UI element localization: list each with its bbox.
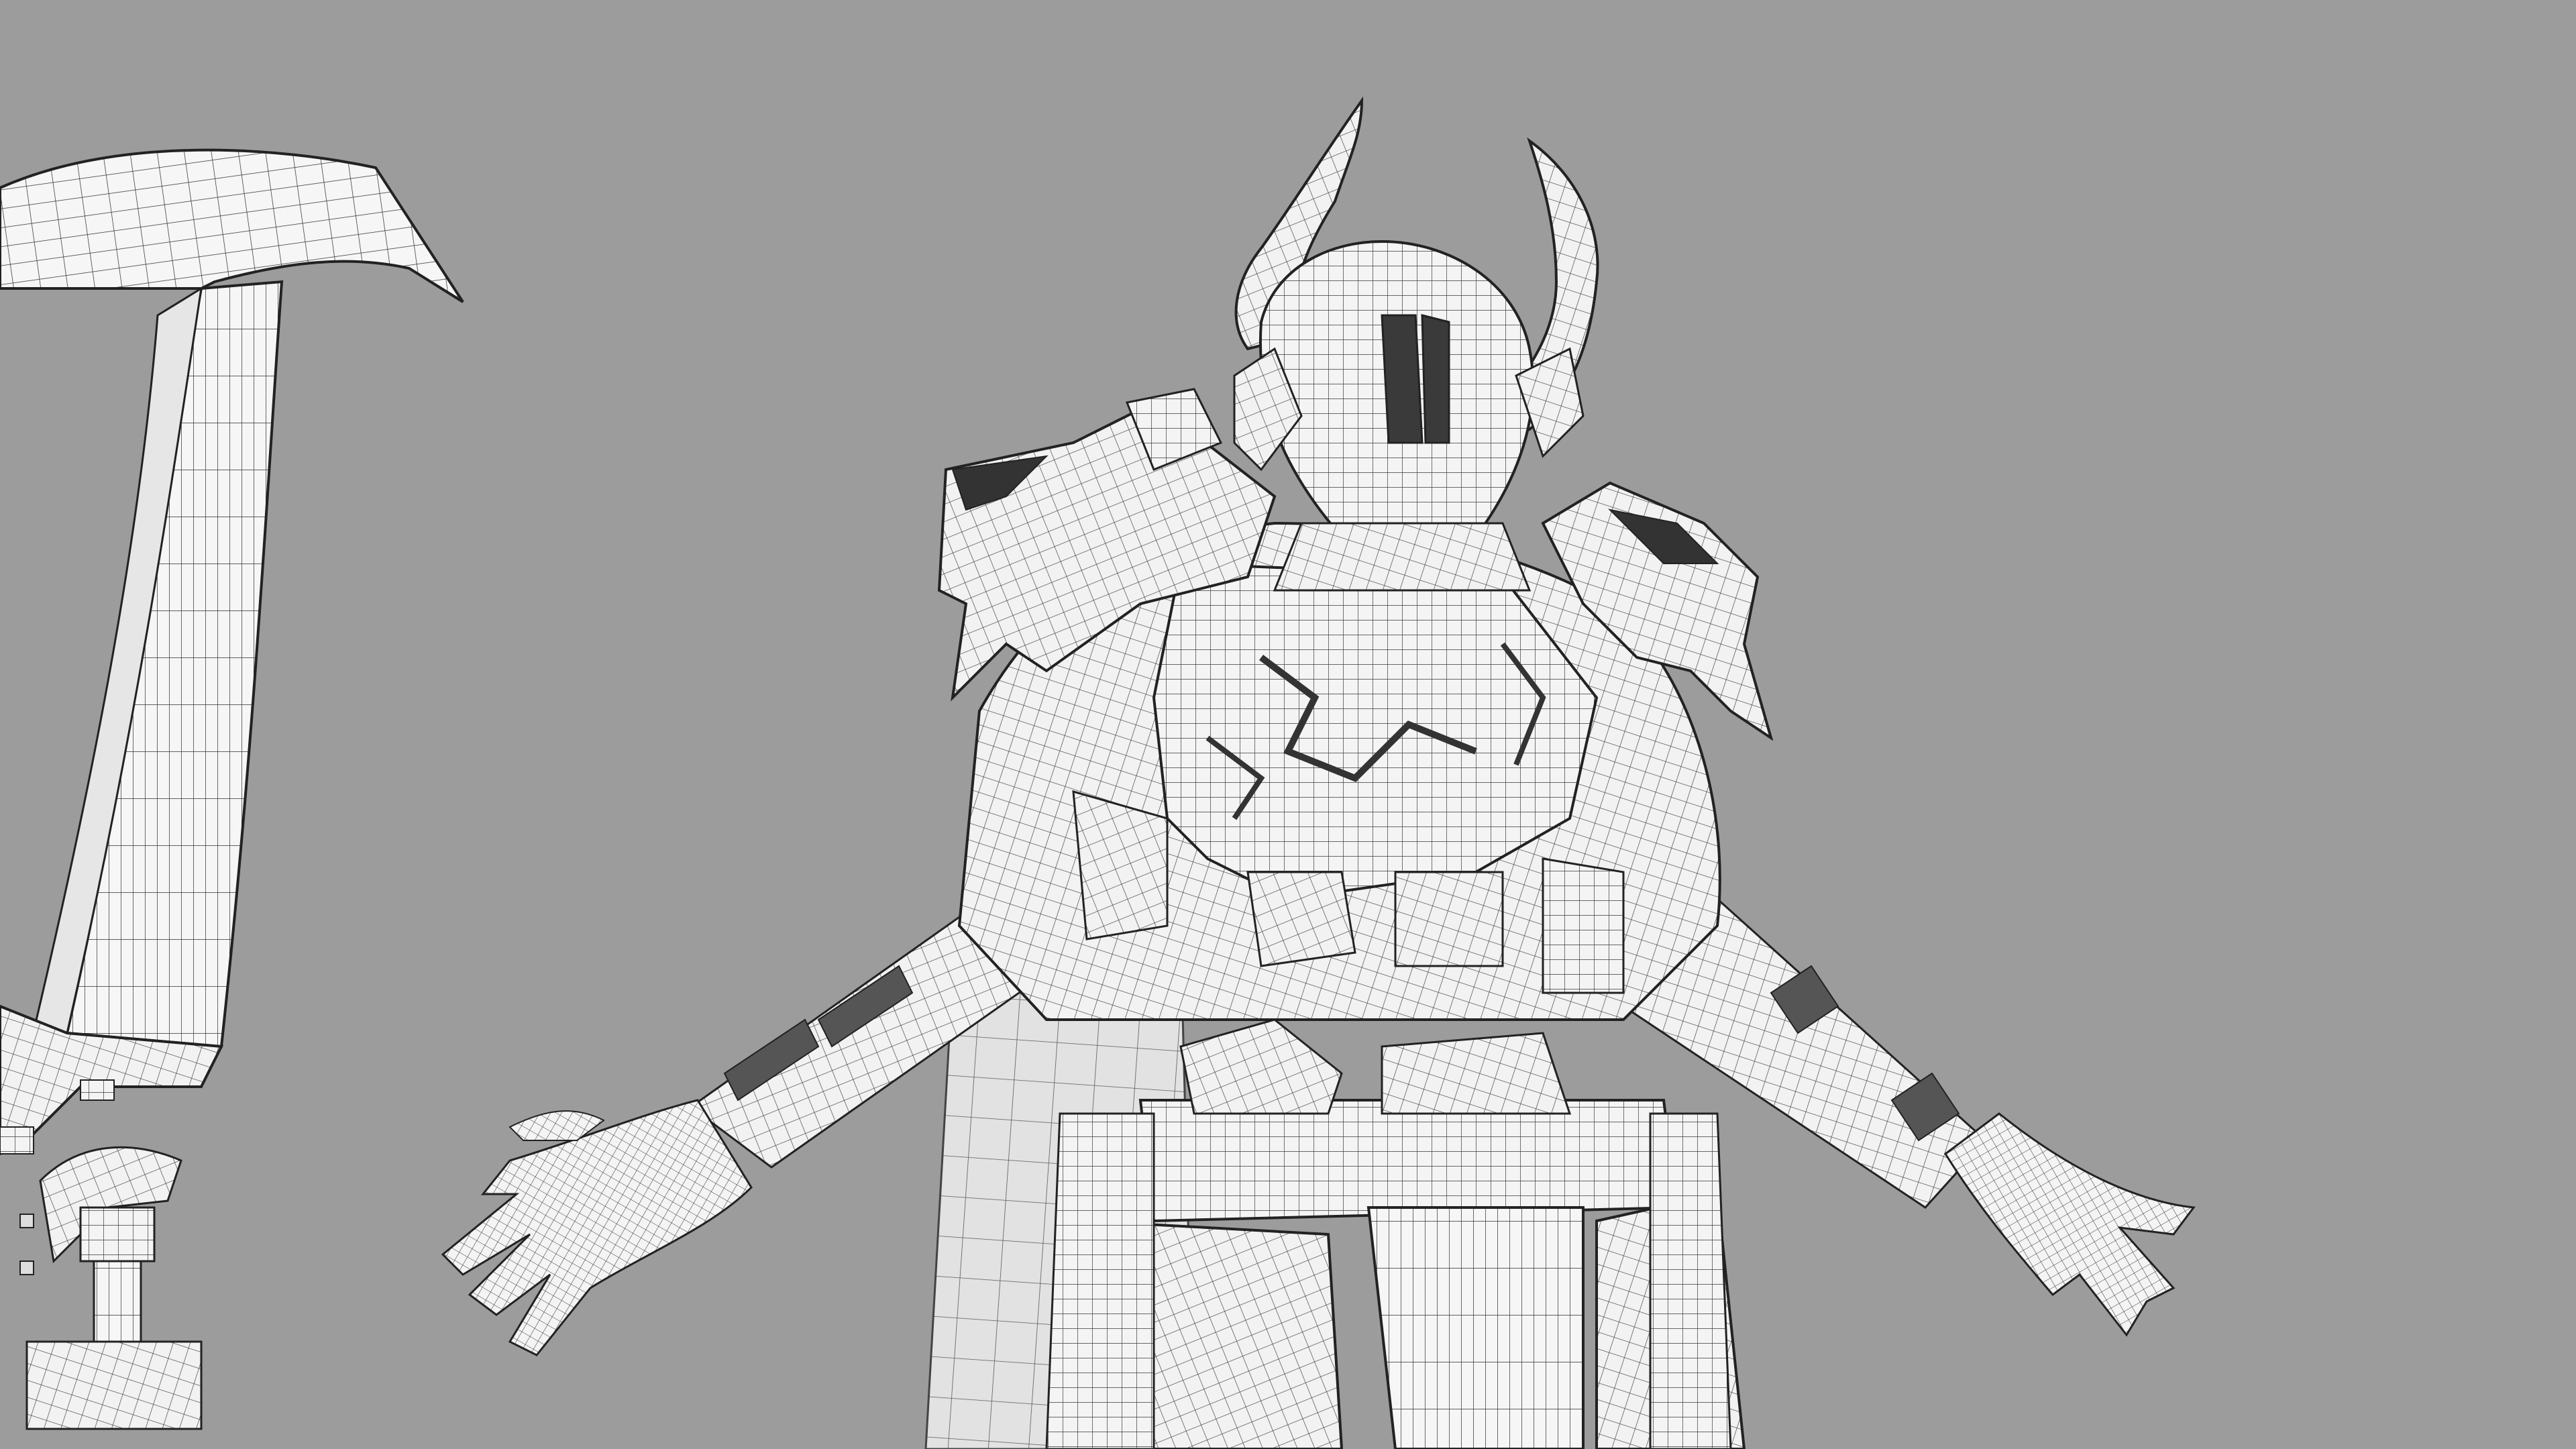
3d-viewport[interactable] bbox=[0, 0, 2576, 1449]
helmet-mesh bbox=[1233, 96, 1599, 592]
scythe-weapon bbox=[0, 148, 464, 1430]
wireframe-render bbox=[0, 96, 2196, 1449]
